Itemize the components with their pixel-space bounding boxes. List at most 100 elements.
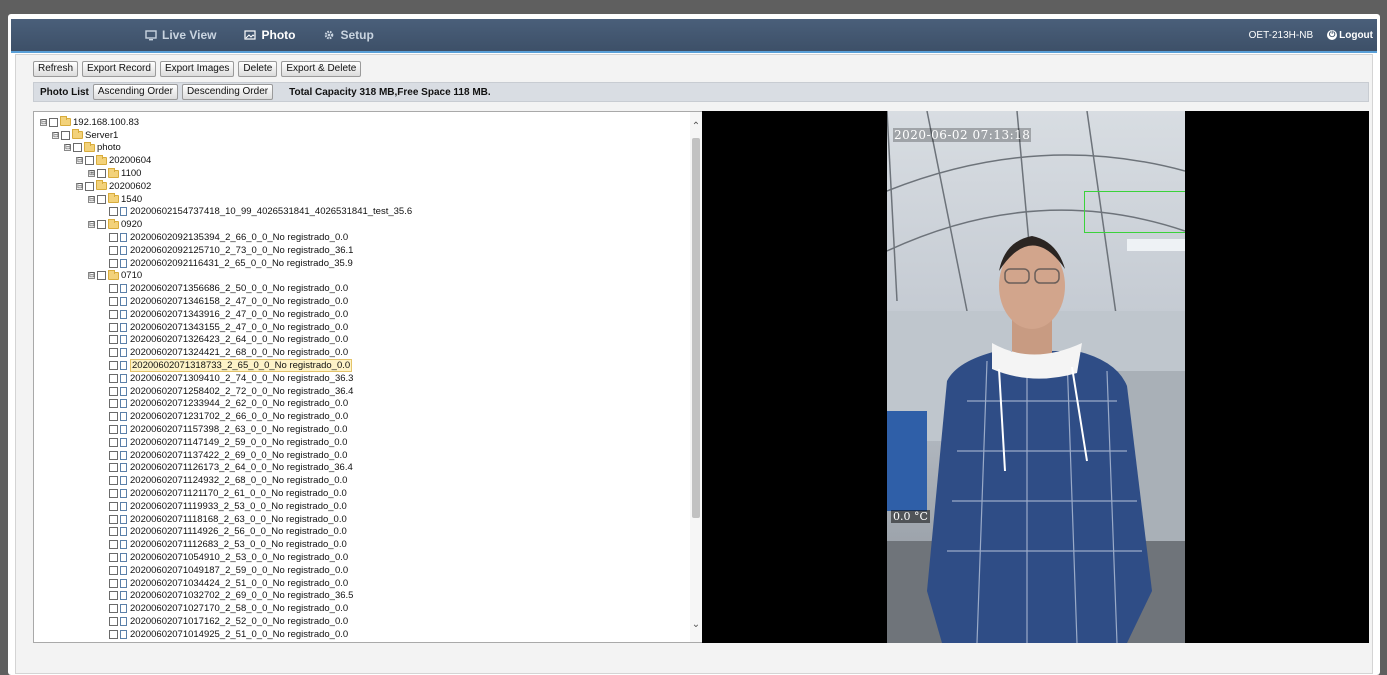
tree-node-label[interactable]: 20200602071124932_2_68_0_0_No registrado… <box>130 475 347 486</box>
descending-order-button[interactable]: Descending Order <box>181 84 274 100</box>
expand-toggle-icon[interactable]: ⊟ <box>88 195 95 203</box>
tree-file-node[interactable]: 20200602071126173_2_64_0_0_No registrado… <box>40 462 680 475</box>
tree-checkbox[interactable] <box>109 514 118 524</box>
tree-checkbox[interactable] <box>109 616 118 626</box>
expand-toggle-icon[interactable]: ⊟ <box>88 272 95 280</box>
tree-node-label[interactable]: 20200602071231702_2_66_0_0_No registrado… <box>130 411 348 422</box>
scroll-up-icon[interactable]: ⌃ <box>691 122 701 132</box>
scroll-down-icon[interactable]: ⌄ <box>691 620 701 630</box>
export-record-button[interactable]: Export Record <box>82 61 156 77</box>
tree-checkbox[interactable] <box>109 476 118 486</box>
tree-checkbox[interactable] <box>109 386 118 396</box>
tree-checkbox[interactable] <box>109 348 118 358</box>
expand-toggle-icon[interactable]: ⊞ <box>88 170 95 178</box>
tree-checkbox[interactable] <box>109 258 118 268</box>
tree-node-label[interactable]: 20200602071112683_2_53_0_0_No registrado… <box>130 539 347 550</box>
export-images-button[interactable]: Export Images <box>159 61 235 77</box>
tree-folder-node[interactable]: ⊟ 20200604 <box>40 154 680 167</box>
tree-checkbox[interactable] <box>109 233 118 243</box>
tree-checkbox[interactable] <box>109 565 118 575</box>
tree-checkbox[interactable] <box>109 450 118 460</box>
tree-file-node[interactable]: 20200602092125710_2_73_0_0_No registrado… <box>40 244 680 257</box>
tree-checkbox[interactable] <box>109 245 118 255</box>
expand-toggle-icon[interactable]: ⊟ <box>76 182 83 190</box>
tree-node-label[interactable]: 20200602071114926_2_56_0_0_No registrado… <box>130 526 347 537</box>
tree-file-node[interactable]: 20200602071114926_2_56_0_0_No registrado… <box>40 526 680 539</box>
tree-file-node[interactable]: 20200602071326423_2_64_0_0_No registrado… <box>40 334 680 347</box>
tree-checkbox[interactable] <box>109 412 118 422</box>
tree-file-node[interactable]: 20200602071356686_2_50_0_0_No registrado… <box>40 282 680 295</box>
tree-node-label[interactable]: 20200602071014925_2_51_0_0_No registrado… <box>130 629 348 640</box>
delete-button[interactable]: Delete <box>238 61 278 77</box>
tab-photo[interactable]: Photo <box>230 19 309 51</box>
tree-checkbox[interactable] <box>109 399 118 409</box>
tree-node-label[interactable]: 20200602071343916_2_47_0_0_No registrado… <box>130 309 348 320</box>
tree-checkbox[interactable] <box>109 578 118 588</box>
tree-checkbox[interactable] <box>61 130 70 140</box>
tree-node-label[interactable]: 20200602071324421_2_68_0_0_No registrado… <box>130 347 348 358</box>
tree-checkbox[interactable] <box>109 335 118 345</box>
tree-node-label[interactable]: 20200604 <box>109 155 151 166</box>
tree-node-label[interactable]: 20200602071032702_2_69_0_0_No registrado… <box>130 590 353 601</box>
tree-node-label[interactable]: 20200602071258402_2_72_0_0_No registrado… <box>130 386 353 397</box>
tree-file-node[interactable]: 20200602154737418_10_99_4026531841_40265… <box>40 206 680 219</box>
tree-node-label[interactable]: 20200602071356686_2_50_0_0_No registrado… <box>130 283 348 294</box>
tree-folder-node[interactable]: ⊞ 1100 <box>40 167 680 180</box>
tree-checkbox[interactable] <box>109 489 118 498</box>
tree-node-label[interactable]: 20200602 <box>109 181 151 192</box>
tree-node-label[interactable]: 20200602071054910_2_53_0_0_No registrado… <box>130 552 348 563</box>
tree-file-node[interactable]: 20200602071027170_2_58_0_0_No registrado… <box>40 602 680 615</box>
tree-checkbox[interactable] <box>109 527 118 537</box>
tree-file-node[interactable]: 20200602071014925_2_51_0_0_No registrado… <box>40 628 680 641</box>
tree-file-node[interactable]: 20200602071054910_2_53_0_0_No registrado… <box>40 551 680 564</box>
tree-checkbox[interactable] <box>109 552 118 562</box>
tree-checkbox[interactable] <box>97 220 106 230</box>
expand-toggle-icon[interactable]: ⊟ <box>76 157 83 165</box>
tree-file-node[interactable]: 20200602071309410_2_74_0_0_No registrado… <box>40 372 680 385</box>
tree-checkbox[interactable] <box>49 117 58 127</box>
tree-node-label[interactable]: 1540 <box>121 194 142 205</box>
tree-file-node[interactable]: 20200602071231702_2_66_0_0_No registrado… <box>40 410 680 423</box>
tree-checkbox[interactable] <box>109 540 118 550</box>
tree-checkbox[interactable] <box>73 143 82 153</box>
tree-folder-node[interactable]: ⊟ 20200602 <box>40 180 680 193</box>
tree-node-label[interactable]: 20200602071137422_2_69_0_0_No registrado… <box>130 450 347 461</box>
expand-toggle-icon[interactable]: ⊟ <box>40 118 47 126</box>
tree-checkbox[interactable] <box>109 373 118 383</box>
tree-node-label[interactable]: Server1 <box>85 130 118 141</box>
tree-checkbox[interactable] <box>109 463 118 473</box>
tree-node-label[interactable]: 20200602071118168_2_63_0_0_No registrado… <box>130 514 347 525</box>
tree-file-node[interactable]: 20200602071137422_2_69_0_0_No registrado… <box>40 449 680 462</box>
tree-checkbox[interactable] <box>109 425 118 435</box>
tree-node-label[interactable]: 20200602071121170_2_61_0_0_No registrado… <box>130 488 347 499</box>
tree-node-label[interactable]: 20200602071119933_2_53_0_0_No registrado… <box>130 501 347 512</box>
tree-checkbox[interactable] <box>109 207 118 217</box>
expand-toggle-icon[interactable]: ⊟ <box>88 221 95 229</box>
tree-node-label[interactable]: 0710 <box>121 270 142 281</box>
tree-node-label[interactable]: 20200602071049187_2_59_0_0_No registrado… <box>130 565 348 576</box>
tree-node-label[interactable]: 20200602092116431_2_65_0_0_No registrado… <box>130 258 353 269</box>
tree-node-label[interactable]: 20200602071343155_2_47_0_0_No registrado… <box>130 322 348 333</box>
tree-file-node[interactable]: 20200602071034424_2_51_0_0_No registrado… <box>40 577 680 590</box>
expand-toggle-icon[interactable]: ⊟ <box>64 144 71 152</box>
tree-folder-node[interactable]: ⊟ 1540 <box>40 193 680 206</box>
tree-checkbox[interactable] <box>109 361 118 371</box>
tree-file-node[interactable]: 20200602092135394_2_66_0_0_No registrado… <box>40 231 680 244</box>
tree-file-node[interactable]: 20200602071124932_2_68_0_0_No registrado… <box>40 474 680 487</box>
tree-node-label[interactable]: 20200602092135394_2_66_0_0_No registrado… <box>130 232 348 243</box>
tree-node-label[interactable]: photo <box>97 142 121 153</box>
tree-folder-node[interactable]: ⊟ 0920 <box>40 218 680 231</box>
tree-checkbox[interactable] <box>109 604 118 614</box>
tree-folder-node[interactable]: ⊟ Server1 <box>40 129 680 142</box>
ascending-order-button[interactable]: Ascending Order <box>92 84 178 100</box>
tree-checkbox[interactable] <box>109 322 118 332</box>
tree-checkbox[interactable] <box>85 156 94 166</box>
tree-node-label[interactable]: 20200602071017162_2_52_0_0_No registrado… <box>130 616 348 627</box>
tree-node-label[interactable]: 20200602071126173_2_64_0_0_No registrado… <box>130 462 353 473</box>
tree-file-node[interactable]: 20200602071119933_2_53_0_0_No registrado… <box>40 500 680 513</box>
tree-node-label[interactable]: 20200602071326423_2_64_0_0_No registrado… <box>130 334 348 345</box>
tab-setup[interactable]: Setup <box>309 19 387 51</box>
tree-node-label[interactable]: 20200602071318733_2_65_0_0_No registrado… <box>130 359 353 373</box>
tree-node-label[interactable]: 20200602071147149_2_59_0_0_No registrado… <box>130 437 347 448</box>
tree-file-node[interactable]: 20200602071318733_2_65_0_0_No registrado… <box>40 359 680 373</box>
